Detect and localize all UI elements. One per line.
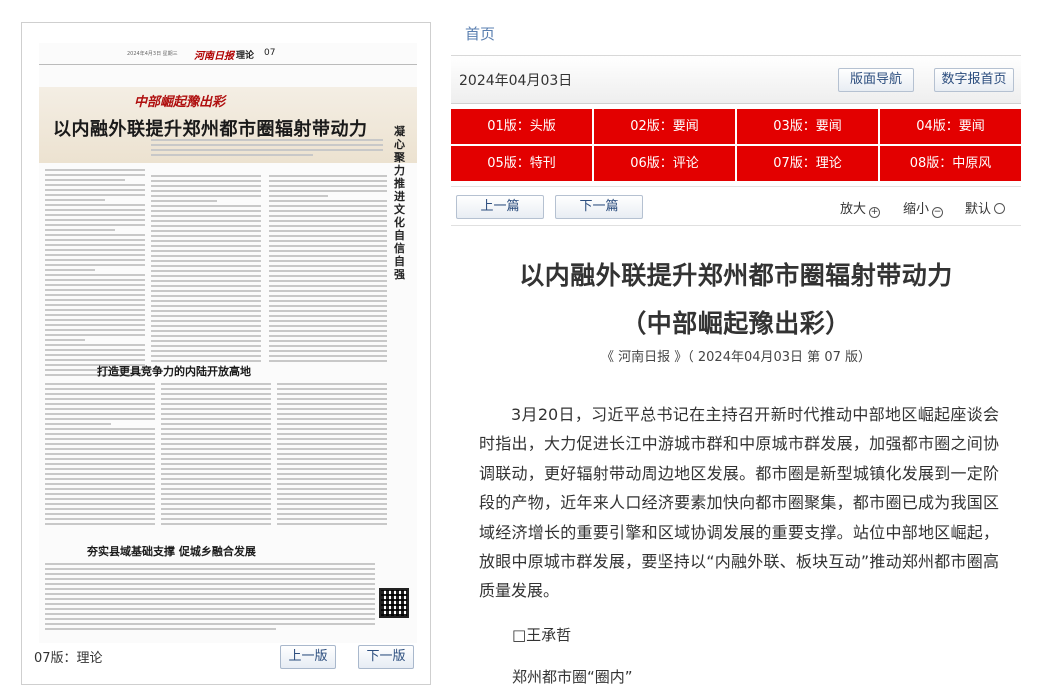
- edition-link-01[interactable]: 01版：头版: [451, 109, 592, 144]
- paper-text-block: [45, 169, 145, 379]
- edition-link-05[interactable]: 05版：特刊: [451, 146, 592, 181]
- paper-text-block: [161, 383, 271, 528]
- newspaper-page-image[interactable]: 2024年4月3日 星期三 河南日报 理论 07 中部崛起豫出彩 以内融外联提升…: [39, 43, 417, 643]
- paper-text-block: [277, 383, 387, 528]
- default-size-label: 默认: [965, 202, 992, 217]
- qr-code-icon: [379, 588, 409, 618]
- paper-text-block: [45, 383, 155, 528]
- paper-sub-headline[interactable]: 打造更具竞争力的内陆开放高地: [97, 363, 251, 379]
- zoom-out-control[interactable]: 缩小 −: [903, 198, 944, 218]
- article-title: 以内融外联提升郑州都市圈辐射带动力 （中部崛起豫出彩）: [451, 252, 1021, 348]
- prev-article-button[interactable]: 上一篇: [456, 195, 544, 219]
- home-link[interactable]: 首页: [465, 23, 495, 44]
- paper-masthead-logo: 河南日报: [194, 51, 234, 62]
- paper-masthead-section: 理论: [236, 51, 255, 61]
- zoom-in-label: 放大: [840, 202, 867, 217]
- article-title-column: （中部崛起豫出彩）: [621, 309, 851, 338]
- edition-link-04[interactable]: 04版：要闻: [880, 109, 1021, 144]
- paper-masthead-date: 2024年4月3日 星期三: [127, 51, 178, 57]
- edition-grid: 01版：头版 02版：要闻 03版：要闻 04版：要闻 05版：特刊 06版：评…: [451, 109, 1021, 181]
- prev-page-button[interactable]: 上一版: [280, 645, 336, 669]
- next-article-button[interactable]: 下一篇: [555, 195, 643, 219]
- paper-masthead-page-number: 07: [264, 48, 276, 58]
- date-toolbar: 2024年04月03日 版面导航 数字报首页: [451, 56, 1021, 104]
- zoom-in-control[interactable]: 放大 +: [840, 198, 881, 218]
- article-source: 《 河南日报 》（ 2024年04月03日 第 07 版）: [600, 350, 871, 365]
- default-size-control[interactable]: 默认: [965, 198, 1006, 217]
- article-author: □王承哲: [512, 626, 572, 644]
- edition-link-07[interactable]: 07版：理论: [737, 146, 878, 181]
- paper-kicker: 中部崛起豫出彩: [134, 95, 226, 110]
- zoom-out-label: 缩小: [903, 202, 930, 217]
- article-title-main: 以内融外联提升郑州都市圈辐射带动力: [519, 261, 953, 290]
- minus-circle-icon: −: [932, 207, 944, 218]
- paper-text-block: [151, 175, 261, 365]
- edition-link-03[interactable]: 03版：要闻: [737, 109, 878, 144]
- current-page-label: 07版：理论: [34, 651, 103, 666]
- edition-link-08[interactable]: 08版：中原风: [880, 146, 1021, 181]
- edition-link-06[interactable]: 06版：评论: [594, 146, 735, 181]
- circle-icon: [994, 203, 1006, 214]
- digital-home-button[interactable]: 数字报首页: [934, 68, 1014, 92]
- newspaper-page-viewer: 2024年4月3日 星期三 河南日报 理论 07 中部崛起豫出彩 以内融外联提升…: [21, 22, 431, 685]
- paper-text-block: [269, 175, 387, 365]
- plus-circle-icon: +: [869, 207, 881, 218]
- edition-link-02[interactable]: 02版：要闻: [594, 109, 735, 144]
- article-body: 3月20日，习近平总书记在主持召开新时代推动中部地区崛起座谈会时指出，大力促进长…: [479, 405, 999, 601]
- article-subhead: 郑州都市圈“圈内”: [512, 668, 633, 686]
- article-pager: 上一篇 下一篇 放大 + 缩小 − 默认: [451, 186, 1021, 226]
- issue-date: 2024年04月03日: [459, 73, 573, 89]
- paper-text-block: [45, 563, 375, 633]
- paper-headline: 以内融外联提升郑州都市圈辐射带动力: [53, 119, 368, 140]
- layout-nav-button[interactable]: 版面导航: [838, 68, 914, 92]
- paper-side-column-title[interactable]: 凝心聚力推进文化自信自强: [394, 125, 412, 281]
- paper-masthead: 2024年4月3日 星期三 河南日报 理论 07: [39, 43, 417, 65]
- paper-sub-headline[interactable]: 夯实县域基础支撑 促城乡融合发展: [87, 543, 256, 559]
- next-page-button[interactable]: 下一版: [358, 645, 414, 669]
- paper-text-block: [151, 139, 383, 159]
